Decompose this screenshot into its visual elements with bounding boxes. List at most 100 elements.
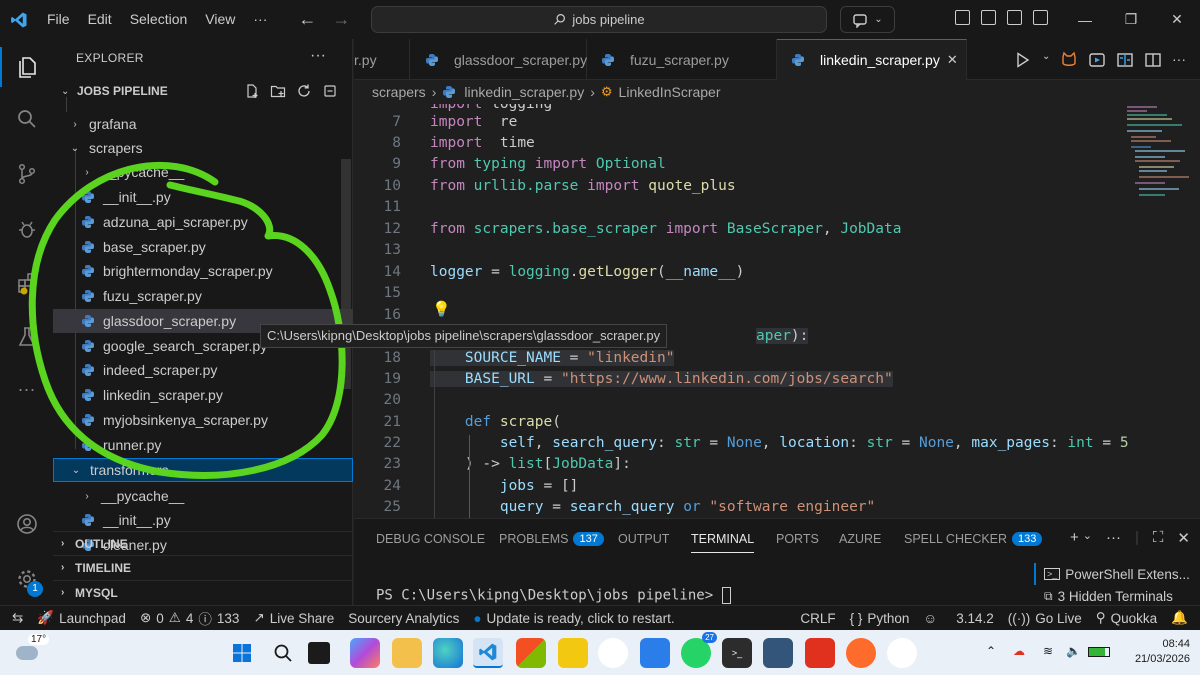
problems-status[interactable]: ⊗ 0 ⚠ 4 ⓘ 133 [133,606,246,631]
menu-more[interactable]: ··· [244,0,276,39]
code-editor[interactable]: import logging7import re8import time9fro… [354,104,1200,518]
task-view-icon[interactable] [308,642,330,664]
go-live-button[interactable]: ((·)) Go Live [1001,606,1089,631]
microsoft-store-icon[interactable] [516,638,546,668]
tree-folder[interactable]: › __pycache__ [53,484,353,508]
menu-file[interactable]: File [38,0,79,39]
cat-extension-icon[interactable] [1060,51,1078,69]
tree-file[interactable]: base_scraper.py [53,235,353,259]
hidden-terminals[interactable]: ⧉ 3 Hidden Terminals [1034,585,1200,607]
notifications-bell[interactable]: 🔔 [1164,606,1200,631]
windows-start-icon[interactable] [227,638,257,668]
tab-debug-console[interactable]: DEBUG CONSOLE [376,519,485,559]
quokka-item[interactable]: ⚲ Quokka [1089,606,1164,631]
breadcrumb-folder[interactable]: scrapers [372,84,426,100]
tree-folder[interactable]: › __pycache__ [53,160,353,184]
open-changes-icon[interactable] [1116,51,1134,69]
menu-edit[interactable]: Edit [79,0,121,39]
minimap[interactable] [1125,104,1195,204]
extensions-icon[interactable] [0,264,53,304]
tab-spell-checker[interactable]: SPELL CHECKER 133 [904,519,1043,559]
run-python-file-icon[interactable] [1014,51,1032,69]
copilot-chat-button[interactable]: ⌄ [840,6,895,33]
battery-icon[interactable] [1088,647,1110,657]
tab-azure[interactable]: AZURE [839,519,881,559]
more-actions-icon[interactable]: ··· [1172,51,1190,69]
toggle-panel-icon[interactable] [1007,10,1022,25]
toggle-secondary-sidebar-icon[interactable] [1033,10,1048,25]
power-bi-icon[interactable] [558,638,588,668]
tree-folder[interactable]: ⌄ scrapers [53,136,353,160]
tree-file[interactable]: brightermonday_scraper.py [53,259,353,283]
tree-folder[interactable]: ⌄ transformers [53,458,353,482]
outline-section[interactable]: › OUTLINE [53,531,353,555]
menu-view[interactable]: View [196,0,244,39]
file-explorer-icon[interactable] [392,638,422,668]
mysql-section[interactable]: › MYSQL [53,580,353,604]
split-editor-icon[interactable] [1144,51,1162,69]
tab-ports[interactable]: PORTS [776,519,819,559]
more-views-icon[interactable]: ··· [0,369,53,409]
tab-fuzu-scraper[interactable]: fuzu_scraper.py [587,39,777,80]
tree-file[interactable]: linkedin_scraper.py [53,383,353,407]
tab-terminal[interactable]: TERMINAL [691,519,755,559]
whatsapp-icon[interactable]: 27 [681,632,717,668]
tab-runner[interactable]: r.py [340,39,410,80]
command-center-search[interactable]: jobs pipeline [371,6,827,33]
chrome-profile-icon[interactable] [598,638,628,668]
timeline-section[interactable]: › TIMELINE [53,555,353,579]
new-folder-icon[interactable] [270,83,286,99]
tab-linkedin-scraper[interactable]: linkedin_scraper.py ✕ [777,39,967,80]
source-control-icon[interactable] [0,154,53,194]
tree-file[interactable]: adzuna_api_scraper.py [53,210,353,234]
language-mode[interactable]: { } Python [843,606,917,631]
run-debug-icon[interactable] [0,209,53,249]
wifi-icon[interactable]: ≋ [1043,644,1059,660]
forward-arrow-icon[interactable]: → [332,9,350,30]
new-terminal-icon[interactable]: + [1070,529,1079,547]
tab-output[interactable]: OUTPUT [618,519,669,559]
sidebar-scrollbar[interactable] [341,159,351,389]
remote-indicator[interactable]: ⇆ [0,606,30,631]
terminal-powershell-extension[interactable]: >_ PowerShell Extens... [1034,563,1200,585]
refresh-icon[interactable] [296,83,312,99]
tree-file[interactable]: indeed_scraper.py [53,358,353,382]
remote-desktop-icon[interactable] [763,638,793,668]
close-icon[interactable]: ✕ [1154,0,1200,39]
restore-icon[interactable]: ❐ [1108,0,1154,39]
close-tab-icon[interactable]: ✕ [947,52,958,68]
tree-file[interactable]: fuzu_scraper.py [53,284,353,308]
breadcrumb-file[interactable]: linkedin_scraper.py [464,84,584,100]
weather-widget[interactable]: 17° [16,634,50,660]
sourcery-item[interactable]: Sourcery Analytics [341,606,466,631]
chevron-down-icon[interactable]: ⌄ [1042,51,1050,69]
collapse-all-icon[interactable] [322,83,338,99]
live-share-item[interactable]: ↗ Live Share [246,606,341,631]
tray-app-icon[interactable]: ☁ [1013,644,1029,660]
m365-copilot-icon[interactable] [350,638,380,668]
minimize-icon[interactable]: — [1062,0,1108,39]
preview-icon[interactable] [1088,51,1106,69]
volume-icon[interactable]: 🔈 [1066,644,1082,660]
new-file-icon[interactable] [244,83,260,99]
chevron-down-icon[interactable]: ⌄ [1083,529,1092,547]
tree-file[interactable]: myjobsinkenya_scraper.py [53,408,353,432]
notepad-icon[interactable] [640,638,670,668]
postman-icon[interactable] [846,638,876,668]
breadcrumb-symbol[interactable]: LinkedInScraper [619,84,721,100]
terminal-output[interactable]: PS C:\Users\kipng\Desktop\jobs pipeline> [376,587,731,604]
tree-file[interactable]: runner.py [53,433,353,457]
lightbulb-icon[interactable]: 💡 [432,300,451,318]
manage-gear-icon[interactable]: 1 [0,559,53,599]
tree-folder[interactable]: › grafana [53,112,353,136]
search-icon[interactable] [0,99,53,139]
launchpad-item[interactable]: 🚀 Launchpad [30,606,133,631]
eol-selector[interactable]: CRLF [793,606,842,631]
chrome-profile-icon-2[interactable] [887,638,917,668]
project-folder-header[interactable]: ⌄ JOBS PIPELINE [53,80,353,102]
chevron-up-icon[interactable]: ⌃ [986,644,1002,660]
tab-problems[interactable]: PROBLEMS 137 [499,519,604,559]
anydesk-icon[interactable] [805,638,835,668]
update-notice[interactable]: ● Update is ready, click to restart. [466,606,681,631]
account-icon[interactable] [0,504,53,544]
